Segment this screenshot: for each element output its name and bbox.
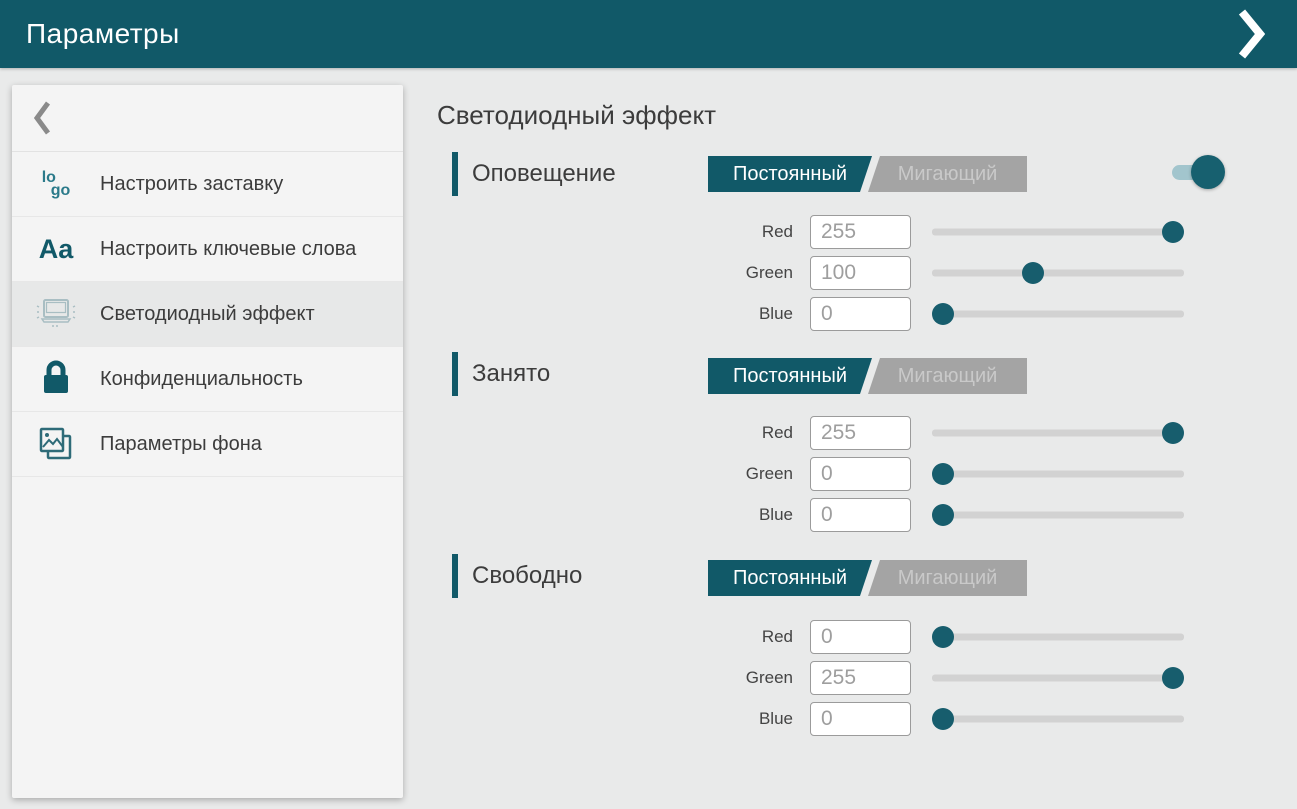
sidebar-item-keywords[interactable]: Aa Настроить ключевые слова bbox=[12, 217, 403, 282]
forward-chevron-icon[interactable] bbox=[1231, 6, 1271, 62]
sidebar-item-background[interactable]: Параметры фона bbox=[12, 412, 403, 477]
slider-track bbox=[932, 674, 1184, 681]
red-label: Red bbox=[708, 222, 793, 242]
slider-track bbox=[932, 310, 1184, 317]
blue-label: Blue bbox=[708, 709, 793, 729]
section-accent-bar bbox=[452, 152, 458, 196]
mode-switch-busy: Постоянный Мигающий bbox=[708, 358, 1027, 394]
red-slider[interactable] bbox=[932, 412, 1184, 453]
blue-value-input[interactable] bbox=[810, 702, 911, 736]
section-accent-bar bbox=[452, 554, 458, 598]
slider-track bbox=[932, 715, 1184, 722]
images-icon bbox=[12, 423, 100, 465]
sidebar-item-led-effect[interactable]: Светодиодный эффект bbox=[12, 282, 403, 347]
blue-row: Blue bbox=[708, 494, 1186, 535]
green-slider[interactable] bbox=[932, 657, 1184, 698]
sidebar-item-label: Настроить ключевые слова bbox=[100, 236, 356, 262]
slider-thumb[interactable] bbox=[932, 303, 954, 325]
green-row: Green bbox=[708, 252, 1186, 293]
blue-row: Blue bbox=[708, 698, 1186, 739]
lock-icon bbox=[12, 359, 100, 399]
rgb-controls-notification: Red Green Blue bbox=[708, 211, 1186, 334]
rgb-controls-busy: Red Green Blue bbox=[708, 412, 1186, 535]
slider-thumb[interactable] bbox=[932, 708, 954, 730]
toggle-thumb[interactable] bbox=[1191, 155, 1225, 189]
settings-page: Параметры logo Настроить заставку Aa Нас… bbox=[0, 0, 1297, 809]
slider-thumb[interactable] bbox=[932, 626, 954, 648]
slider-thumb[interactable] bbox=[1022, 262, 1044, 284]
mode-blinking-button[interactable]: Мигающий bbox=[868, 560, 1027, 596]
sidebar-item-label: Настроить заставку bbox=[100, 171, 283, 197]
blue-label: Blue bbox=[708, 505, 793, 525]
green-value-input[interactable] bbox=[810, 256, 911, 290]
blue-label: Blue bbox=[708, 304, 793, 324]
sidebar-item-label: Параметры фона bbox=[100, 431, 262, 457]
red-value-input[interactable] bbox=[810, 215, 911, 249]
slider-track bbox=[932, 269, 1184, 276]
sidebar-item-splash-screen[interactable]: logo Настроить заставку bbox=[12, 152, 403, 217]
content-title: Светодиодный эффект bbox=[437, 100, 716, 131]
slider-track bbox=[932, 429, 1184, 436]
red-row: Red bbox=[708, 616, 1186, 657]
slider-track bbox=[932, 228, 1184, 235]
text-aa-icon: Aa bbox=[12, 234, 100, 265]
slider-thumb[interactable] bbox=[1162, 422, 1184, 444]
mode-constant-button[interactable]: Постоянный bbox=[708, 560, 872, 596]
logo-icon: logo bbox=[12, 171, 100, 197]
blue-slider[interactable] bbox=[932, 698, 1184, 739]
green-value-input[interactable] bbox=[810, 457, 911, 491]
green-label: Green bbox=[708, 464, 793, 484]
rgb-controls-free: Red Green Blue bbox=[708, 616, 1186, 739]
red-label: Red bbox=[708, 627, 793, 647]
blue-row: Blue bbox=[708, 293, 1186, 334]
blue-value-input[interactable] bbox=[810, 498, 911, 532]
blue-slider[interactable] bbox=[932, 293, 1184, 334]
mode-constant-button[interactable]: Постоянный bbox=[708, 358, 872, 394]
section-title-busy: Занято bbox=[472, 352, 550, 396]
notification-enabled-toggle[interactable] bbox=[1172, 155, 1225, 189]
mode-blinking-button[interactable]: Мигающий bbox=[868, 358, 1027, 394]
sidebar-item-privacy[interactable]: Конфиденциальность bbox=[12, 347, 403, 412]
red-slider[interactable] bbox=[932, 616, 1184, 657]
blue-value-input[interactable] bbox=[810, 297, 911, 331]
mode-switch-free: Постоянный Мигающий bbox=[708, 560, 1027, 596]
green-slider[interactable] bbox=[932, 252, 1184, 293]
sidebar-collapse-button[interactable] bbox=[12, 85, 403, 152]
green-slider[interactable] bbox=[932, 453, 1184, 494]
red-value-input[interactable] bbox=[810, 620, 911, 654]
slider-track bbox=[932, 470, 1184, 477]
red-row: Red bbox=[708, 211, 1186, 252]
section-title-free: Свободно bbox=[472, 554, 582, 598]
mode-switch-notification: Постоянный Мигающий bbox=[708, 156, 1027, 192]
green-value-input[interactable] bbox=[810, 661, 911, 695]
slider-thumb[interactable] bbox=[932, 463, 954, 485]
page-title: Параметры bbox=[26, 18, 180, 50]
slider-thumb[interactable] bbox=[1162, 221, 1184, 243]
red-row: Red bbox=[708, 412, 1186, 453]
section-accent-bar bbox=[452, 352, 458, 396]
green-row: Green bbox=[708, 657, 1186, 698]
red-value-input[interactable] bbox=[810, 416, 911, 450]
slider-thumb[interactable] bbox=[1162, 667, 1184, 689]
green-label: Green bbox=[708, 263, 793, 283]
blue-slider[interactable] bbox=[932, 494, 1184, 535]
green-label: Green bbox=[708, 668, 793, 688]
section-title-notification: Оповещение bbox=[472, 152, 616, 196]
app-header: Параметры bbox=[0, 0, 1297, 68]
slider-track bbox=[932, 633, 1184, 640]
slider-thumb[interactable] bbox=[932, 504, 954, 526]
back-chevron-icon bbox=[32, 99, 52, 137]
red-slider[interactable] bbox=[932, 211, 1184, 252]
settings-sidebar: logo Настроить заставку Aa Настроить клю… bbox=[12, 85, 403, 798]
red-label: Red bbox=[708, 423, 793, 443]
green-row: Green bbox=[708, 453, 1186, 494]
sidebar-item-label: Конфиденциальность bbox=[100, 366, 303, 392]
mode-constant-button[interactable]: Постоянный bbox=[708, 156, 872, 192]
slider-track bbox=[932, 511, 1184, 518]
sidebar-item-label: Светодиодный эффект bbox=[100, 301, 315, 327]
led-display-icon bbox=[12, 294, 100, 334]
mode-blinking-button[interactable]: Мигающий bbox=[868, 156, 1027, 192]
